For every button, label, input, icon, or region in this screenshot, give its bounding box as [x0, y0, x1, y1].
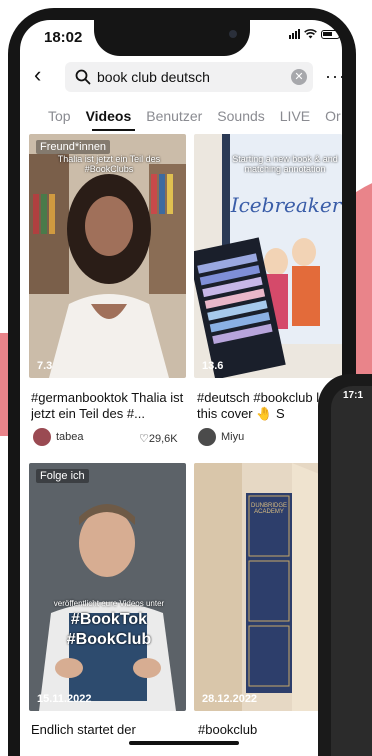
video-card-2[interactable]: Icebreaker Starting a new book & and mat…	[194, 134, 342, 378]
hashtag-bookclub: #BookClub	[66, 631, 152, 648]
tab-users[interactable]: Benutzer	[146, 108, 202, 124]
search-icon	[75, 69, 91, 85]
video-overlay-text: Starting a new book & and matching annot…	[232, 154, 338, 174]
view-count: 7.3	[37, 360, 53, 372]
video-card-1[interactable]: Freund*innen Thalia ist jetzt ein Teil d…	[29, 134, 186, 378]
second-phone-time: 17:1	[343, 390, 364, 401]
status-time: 18:02	[44, 29, 83, 46]
avatar	[33, 428, 51, 446]
like-count: ♡29,6K	[139, 433, 178, 445]
camera-icon	[229, 30, 237, 38]
author-name: tabea	[56, 431, 84, 443]
video-overlay-text: Thalia ist jetzt ein Teil des #BookClubs	[57, 154, 161, 174]
search-bar[interactable]: ✕	[65, 62, 313, 92]
tab-top[interactable]: Top	[48, 108, 71, 124]
clear-icon[interactable]: ✕	[291, 69, 307, 85]
video-date: 28.12.2022	[202, 693, 258, 705]
video-overlay-text: veröffentlicht eure Videos unter	[53, 599, 165, 608]
video-caption[interactable]: Endlich startet der	[31, 722, 186, 738]
phone-notch	[94, 14, 250, 56]
book-cover-title: Icebreaker	[230, 193, 342, 217]
more-options-icon[interactable]: ···	[325, 66, 346, 87]
friends-badge: Freund*innen	[36, 140, 111, 154]
scene: 18:02 ‹ ✕ ··· Top Videos Benutzer Sounds…	[0, 0, 372, 756]
author-row[interactable]: tabea	[33, 428, 84, 446]
view-count: 13.6	[202, 360, 224, 372]
avatar	[198, 428, 216, 446]
active-tab-indicator	[92, 129, 135, 131]
video-thumbnail	[29, 463, 186, 711]
tab-live[interactable]: LIVE	[280, 108, 310, 124]
home-indicator	[129, 741, 239, 745]
book-stamp-text: DUNBRIDGE ACADEMY	[250, 503, 287, 515]
author-row[interactable]: Miyu	[198, 428, 244, 446]
video-caption[interactable]: #germanbooktok Thalia ist jetzt ein Teil…	[31, 390, 186, 422]
tab-videos[interactable]: Videos	[86, 108, 132, 124]
wifi-icon	[304, 29, 317, 39]
video-date: 15.11.2022	[37, 693, 92, 705]
video-card-3[interactable]: Folge ich veröffentlicht eure Videos unt…	[29, 463, 186, 711]
second-phone-screen: 17:1	[331, 386, 372, 756]
following-badge: Folge ich	[36, 469, 89, 483]
tab-sounds[interactable]: Sounds	[217, 108, 264, 124]
tab-overflow[interactable]: Or	[325, 108, 341, 124]
status-icons	[289, 29, 340, 39]
search-tabs: Top Videos Benutzer Sounds LIVE Or	[48, 108, 341, 124]
battery-icon	[321, 29, 340, 39]
back-chevron-icon[interactable]: ‹	[34, 64, 52, 86]
hashtag-booktok: #BookTok	[70, 611, 148, 628]
signal-icon	[289, 29, 300, 39]
author-name: Miyu	[221, 431, 245, 443]
search-input[interactable]	[97, 69, 277, 85]
